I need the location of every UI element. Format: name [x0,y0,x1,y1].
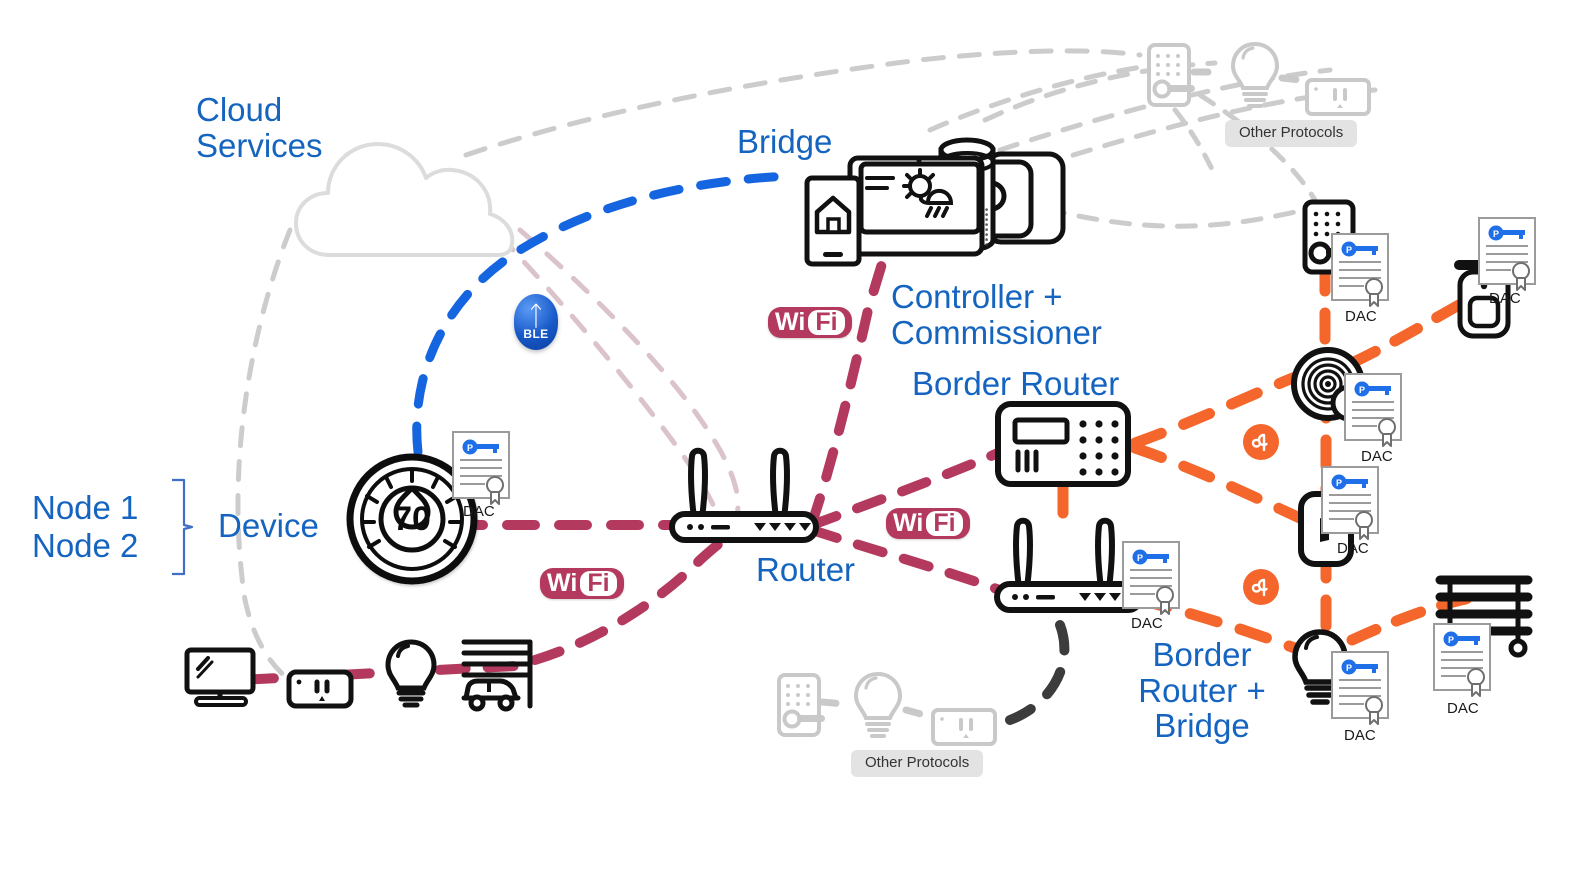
label-node-2: Node 2 [32,527,139,564]
svg-text:P: P [1493,229,1499,239]
wifi-badge: Wi Fi [768,307,852,338]
light-bulb-icon [383,638,439,715]
wifi-router-icon [666,438,822,551]
svg-text:P: P [1137,553,1143,563]
wifi-badge-fi: Fi [926,511,963,536]
dac-certificate-icon: P [1121,540,1181,623]
svg-text:P: P [1359,385,1365,395]
label-node-1: Node 1 [32,489,139,526]
other-protocols-outlet-icon [929,705,1001,754]
wifi-badge: Wi Fi [886,508,970,539]
node-bracket [168,478,198,581]
dac-label: DAC [1361,448,1393,465]
svg-text:P: P [1336,478,1342,488]
dac-certificate-icon: P [1477,216,1537,299]
thread-logo-icon [1243,424,1279,460]
other-protocols-link [1005,620,1070,725]
dac-certificate-icon: P [1330,232,1390,315]
power-outlet-icon [285,666,355,716]
other-protocols-label: Other Protocols [1225,120,1358,147]
ble-badge-label: BLE [523,326,549,341]
dac-certificate-icon: P [1320,465,1380,548]
other-protocols-bulb-icon [1228,40,1282,115]
dac-certificate-icon: P [1432,622,1492,705]
cloud-icon [290,130,520,270]
label-cloud-services: Cloud Services [196,91,323,164]
wifi-badge-fi: Fi [580,571,617,596]
wifi-badge: Wi Fi [540,568,624,599]
wifi-badge-wi: Wi [547,569,578,597]
svg-text:P: P [1346,245,1352,255]
other-protocols-lock-icon [775,672,827,743]
thread-logo-icon [1243,569,1279,605]
border-router-icon [993,398,1133,495]
dac-label: DAC [1344,727,1376,744]
other-protocols-label: Other Protocols [851,750,984,777]
bluetooth-icon: ᛏ [527,301,545,332]
dac-label: DAC [1489,290,1521,307]
wifi-badge-fi: Fi [808,310,845,335]
garage-door-icon [458,636,536,717]
dac-label: DAC [1131,615,1163,632]
dac-label: DAC [1345,308,1377,325]
label-device: Device [218,507,319,544]
label-border-router: Border Router [912,365,1120,402]
controller-devices-icon [795,128,1070,278]
dac-certificate-icon: P [1330,650,1390,733]
wifi-badge-wi: Wi [775,308,806,336]
dac-label: DAC [1337,540,1369,557]
label-router: Router [756,551,856,588]
ble-badge: ᛏ BLE [514,294,558,350]
other-protocols-outlet-icon [1303,75,1375,124]
dac-label: DAC [463,503,495,520]
matter-network-diagram: 70 P P P P P P P P ᛏ BLE Wi Fi Wi Fi Wi … [0,0,1586,888]
svg-text:P: P [1448,635,1454,645]
svg-text:P: P [1346,663,1352,673]
label-border-router-bridge: Border Router + Bridge [1138,636,1266,745]
wifi-badge-wi: Wi [893,509,924,537]
other-protocols-bulb-icon [851,670,905,745]
label-bridge: Bridge [737,123,833,160]
tv-icon [182,645,262,714]
dac-certificate-icon: P [1343,372,1403,455]
dac-certificate-icon: P [451,430,511,513]
svg-text:70: 70 [393,500,431,538]
label-controller-commissioner: Controller + Commissioner [891,278,1102,351]
other-protocols-lock-icon [1145,42,1197,113]
svg-text:P: P [467,443,473,453]
dac-label: DAC [1447,700,1479,717]
